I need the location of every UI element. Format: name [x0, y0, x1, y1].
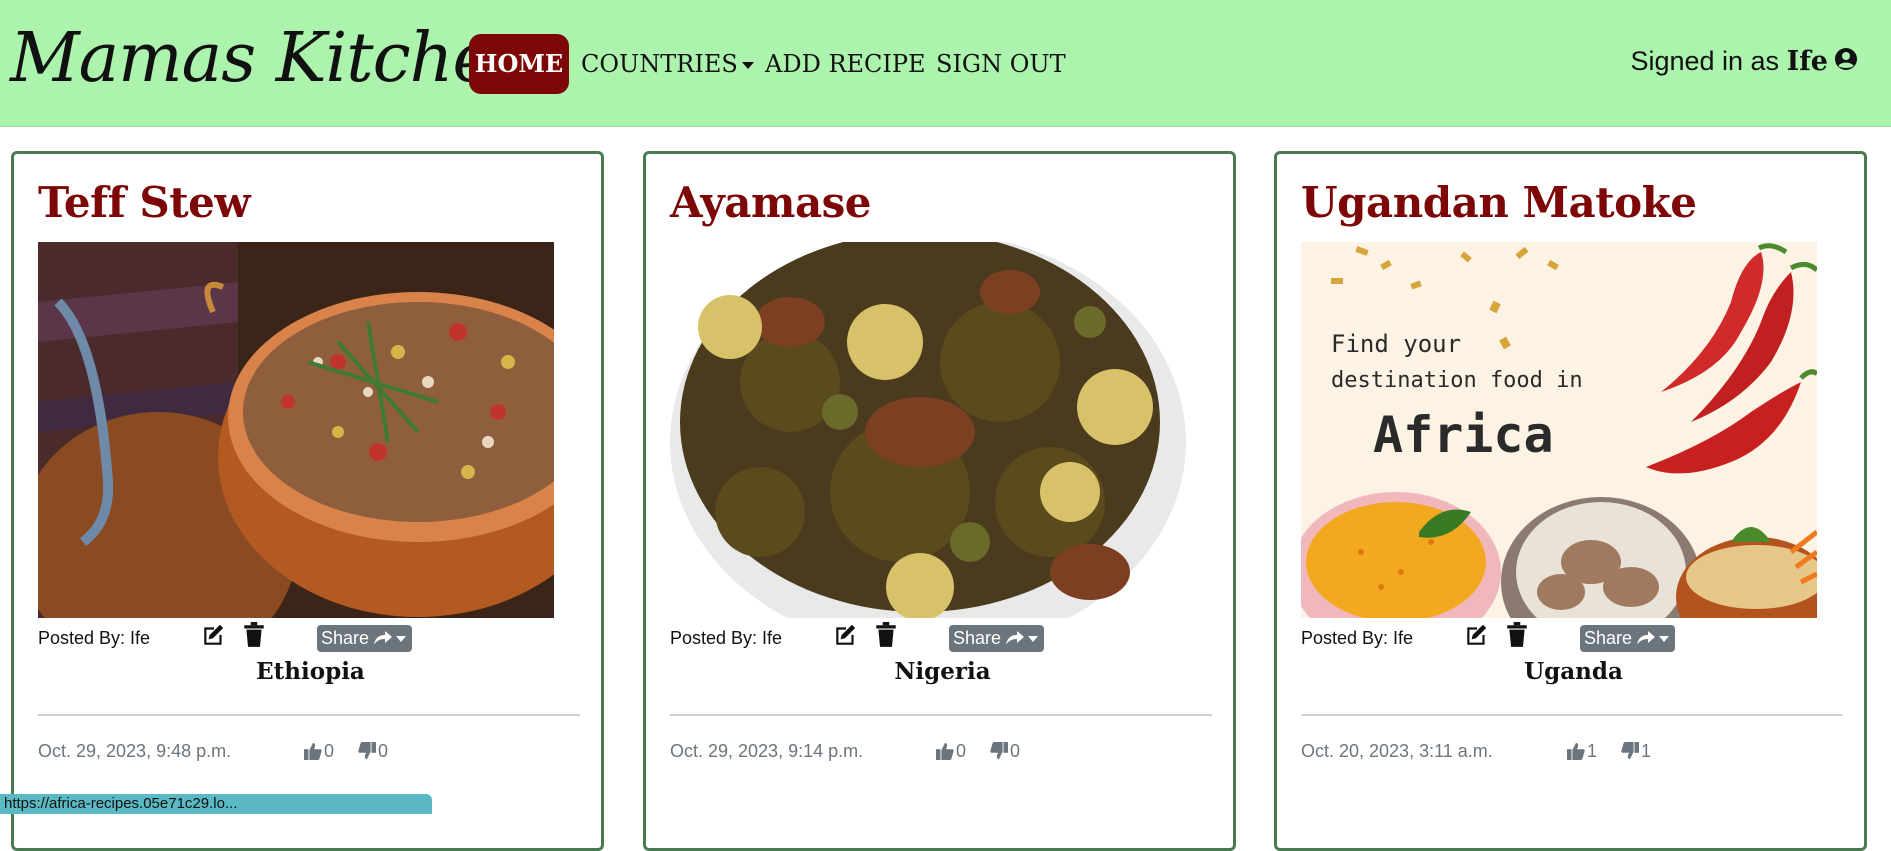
divider	[670, 714, 1212, 716]
like-count: 1	[1587, 741, 1598, 761]
recipe-date: Oct. 20, 2023, 3:11 a.m.	[1301, 741, 1493, 761]
dislike-button[interactable]: 0	[990, 741, 1020, 762]
posted-by: Posted By: Ife	[1301, 628, 1414, 648]
user-circle-icon	[1834, 47, 1858, 78]
thumbs-down-icon	[1621, 742, 1639, 760]
recipe-country: Uganda	[1524, 658, 1623, 685]
recipe-title[interactable]: Teff Stew	[38, 178, 251, 227]
like-count: 0	[956, 741, 967, 761]
share-icon	[374, 628, 393, 648]
like-button[interactable]: 0	[304, 741, 334, 762]
thumbs-down-icon	[358, 742, 376, 760]
recipe-card: Ugandan Matoke Find your destination foo…	[1274, 151, 1867, 851]
recipe-date: Oct. 29, 2023, 9:14 p.m.	[670, 741, 864, 761]
banner-line-3: Africa	[1373, 406, 1554, 464]
nav-home-link[interactable]: HOME	[469, 34, 569, 94]
like-button[interactable]: 0	[936, 741, 966, 762]
dislike-count: 0	[1010, 741, 1021, 761]
thumbs-down-icon	[990, 742, 1008, 760]
signed-in-username: Ife	[1786, 46, 1828, 77]
navbar: Mamas Kitchen HOME COUNTRIES ADD RECIPE …	[0, 0, 1891, 127]
thumbs-up-icon	[936, 742, 954, 760]
edit-icon[interactable]	[201, 622, 227, 653]
divider	[1301, 714, 1843, 716]
recipe-title[interactable]: Ugandan Matoke	[1301, 178, 1697, 227]
chevron-down-icon	[741, 62, 754, 69]
edit-icon[interactable]	[1464, 622, 1490, 653]
brand-logo[interactable]: Mamas Kitchen	[10, 14, 535, 104]
like-count: 0	[324, 741, 335, 761]
share-button[interactable]: Share	[949, 625, 1044, 652]
share-button[interactable]: Share	[1580, 625, 1675, 652]
posted-by: Posted By: Ife	[38, 628, 151, 648]
recipe-country: Nigeria	[894, 658, 991, 685]
nav-countries-label: COUNTRIES	[581, 50, 738, 78]
share-icon	[1637, 628, 1656, 648]
signed-in-status: Signed in as Ife	[1630, 46, 1858, 78]
divider	[38, 714, 580, 716]
share-label: Share	[1584, 628, 1633, 648]
nav-add-recipe-link[interactable]: ADD RECIPE	[765, 34, 926, 94]
recipe-image[interactable]	[670, 242, 1186, 618]
trash-icon[interactable]	[1506, 622, 1528, 653]
share-icon	[1006, 628, 1025, 648]
dislike-button[interactable]: 0	[358, 741, 388, 762]
chevron-down-icon	[396, 636, 407, 643]
share-label: Share	[953, 628, 1002, 648]
recipe-card: Teff Stew Posted By: Ife Share Ethiopia …	[11, 151, 604, 851]
dislike-count: 0	[378, 741, 389, 761]
recipe-date: Oct. 29, 2023, 9:48 p.m.	[38, 741, 232, 761]
recipe-title[interactable]: Ayamase	[670, 178, 872, 227]
thumbs-up-icon	[1567, 742, 1585, 760]
banner-line-1: Find your	[1331, 330, 1461, 358]
chevron-down-icon	[1659, 636, 1670, 643]
chevron-down-icon	[1028, 636, 1039, 643]
share-label: Share	[321, 628, 370, 648]
like-button[interactable]: 1	[1567, 741, 1597, 762]
nav-sign-out-link[interactable]: SIGN OUT	[936, 34, 1066, 94]
trash-icon[interactable]	[875, 622, 897, 653]
thumbs-up-icon	[304, 742, 322, 760]
dislike-button[interactable]: 1	[1621, 741, 1651, 762]
recipe-country: Ethiopia	[256, 658, 365, 685]
recipe-image[interactable]	[38, 242, 554, 618]
browser-status-url: https://africa-recipes.05e71c29.lo...	[0, 794, 432, 814]
dislike-count: 1	[1641, 741, 1652, 761]
posted-by: Posted By: Ife	[670, 628, 783, 648]
recipe-image[interactable]: Find your destination food in Africa	[1301, 242, 1817, 618]
signed-in-prefix: Signed in as	[1630, 46, 1780, 76]
nav-countries-dropdown[interactable]: COUNTRIES	[581, 34, 754, 94]
banner-line-2: destination food in	[1331, 368, 1583, 393]
recipe-card: Ayamase Posted By: Ife Share Nigeria Oct…	[643, 151, 1236, 851]
trash-icon[interactable]	[243, 622, 265, 653]
share-button[interactable]: Share	[317, 625, 412, 652]
edit-icon[interactable]	[833, 622, 859, 653]
